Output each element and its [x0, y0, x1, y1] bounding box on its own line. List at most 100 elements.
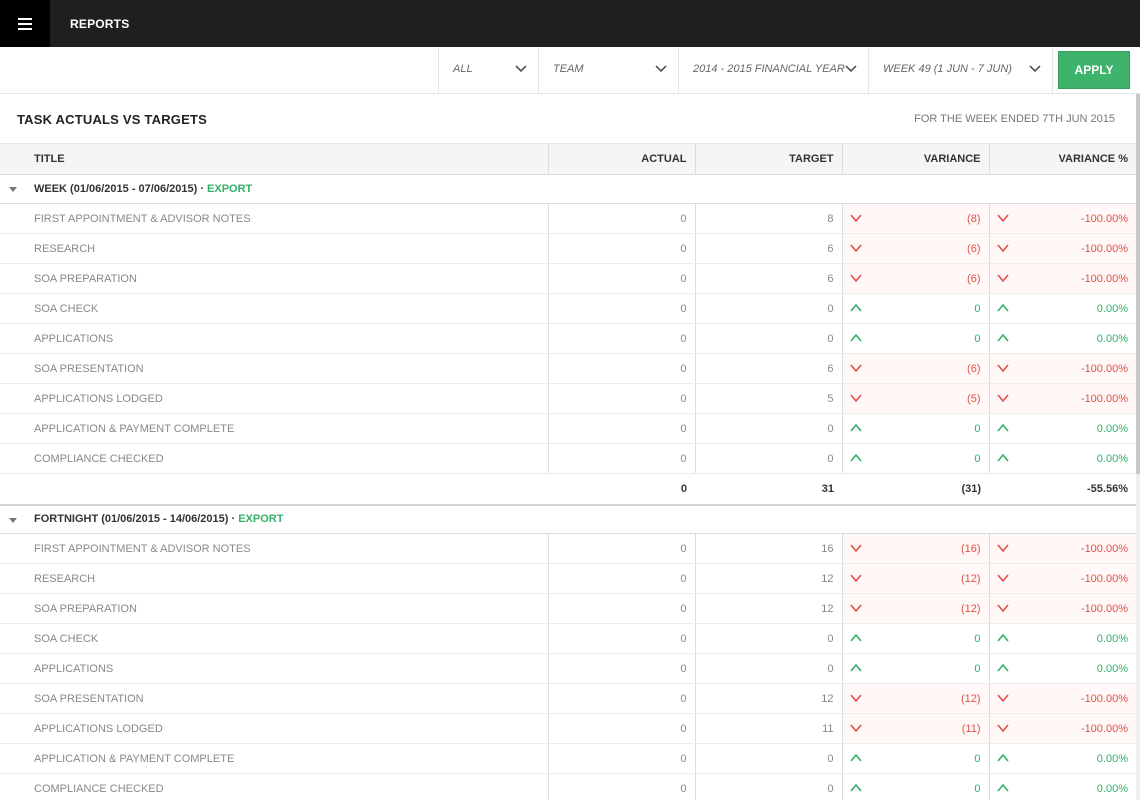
target-value: 6 [694, 233, 842, 264]
collapse-caret-icon[interactable] [9, 187, 17, 192]
target-value: 6 [694, 353, 842, 384]
variance-pct-cell: -100.00% [988, 233, 1136, 264]
column-header-actual[interactable]: ACTUAL [547, 143, 695, 175]
column-header-variance[interactable]: VARIANCE [841, 143, 989, 175]
table-row[interactable]: APPLICATIONS 0 0 0 0.00% [0, 323, 1136, 354]
app-title: REPORTS [70, 17, 130, 31]
variance-cell-value: 0 [974, 662, 981, 675]
column-header-variance-pct[interactable]: VARIANCE % [988, 143, 1136, 175]
task-title: APPLICATIONS LODGED [0, 383, 548, 414]
variance-pct-cell-value: -100.00% [1080, 212, 1128, 225]
apply-button[interactable]: APPLY [1058, 51, 1130, 89]
column-header-target[interactable]: TARGET [694, 143, 842, 175]
task-title: RESEARCH [0, 233, 548, 264]
table-row[interactable]: FIRST APPOINTMENT & ADVISOR NOTES 0 8 (8) -1… [0, 203, 1136, 234]
variance-pct-cell: -100.00% [988, 383, 1136, 414]
table-row[interactable]: SOA PRESENTATION 0 6 (6) -100.00% [0, 353, 1136, 384]
variance-cell-value: (5) [967, 392, 981, 405]
variance-pct-cell: 0.00% [988, 773, 1136, 800]
team-select[interactable]: TEAM [538, 47, 678, 93]
variance-cell: 0 [841, 293, 989, 324]
chevron-down-icon [845, 65, 857, 73]
table-row[interactable]: SOA PREPARATION 0 12 (12) -100.00% [0, 593, 1136, 624]
variance-pct-cell-value: 0.00% [1096, 662, 1128, 675]
task-title: APPLICATIONS [0, 653, 548, 684]
actual-value: 0 [547, 683, 695, 714]
arrow-down-icon [849, 724, 862, 733]
variance-cell: 0 [841, 743, 989, 774]
table-row[interactable]: APPLICATIONS 0 0 0 0.00% [0, 653, 1136, 684]
table-row[interactable]: SOA PRESENTATION 0 12 (12) -100.00% [0, 683, 1136, 714]
scrollbar-thumb[interactable] [1136, 94, 1140, 474]
table-row[interactable]: SOA CHECK 0 0 0 0.00% [0, 293, 1136, 324]
scope-select-value: ALL [453, 63, 473, 75]
target-value: 12 [694, 593, 842, 624]
financial-year-select-value: 2014 - 2015 FINANCIAL YEAR [693, 63, 845, 75]
variance-cell-value: (8) [967, 212, 981, 225]
table-row[interactable]: RESEARCH 0 12 (12) -100.00% [0, 563, 1136, 594]
arrow-up-icon [996, 423, 1009, 432]
task-title: FIRST APPOINTMENT & ADVISOR NOTES [0, 533, 548, 564]
target-value: 12 [694, 683, 842, 714]
arrow-down-icon [849, 694, 862, 703]
table-row[interactable]: RESEARCH 0 6 (6) -100.00% [0, 233, 1136, 264]
target-value: 0 [694, 293, 842, 324]
table-row[interactable]: APPLICATIONS LODGED 0 11 (11) -100.00% [0, 713, 1136, 744]
variance-cell: (8) [841, 203, 989, 234]
table-row[interactable]: SOA PREPARATION 0 6 (6) -100.00% [0, 263, 1136, 294]
arrow-down-icon [849, 544, 862, 553]
total-variance: (31) [842, 473, 989, 506]
variance-cell: (12) [841, 683, 989, 714]
table-row[interactable]: APPLICATIONS LODGED 0 5 (5) -100.00% [0, 383, 1136, 414]
actual-value: 0 [547, 563, 695, 594]
actual-value: 0 [547, 443, 695, 474]
arrow-down-icon [849, 394, 862, 403]
week-select[interactable]: WEEK 49 (1 JUN - 7 JUN) [868, 47, 1053, 93]
target-value: 12 [694, 563, 842, 594]
variance-cell: (5) [841, 383, 989, 414]
variance-cell-value: (6) [967, 362, 981, 375]
target-value: 8 [694, 203, 842, 234]
target-value: 0 [694, 653, 842, 684]
table-row[interactable]: APPLICATION & PAYMENT COMPLETE 0 0 0 0.00% [0, 413, 1136, 444]
actual-value: 0 [547, 353, 695, 384]
variance-pct-cell: -100.00% [988, 203, 1136, 234]
variance-pct-cell: -100.00% [988, 353, 1136, 384]
task-title: APPLICATIONS LODGED [0, 713, 548, 744]
arrow-up-icon [996, 783, 1009, 792]
variance-cell: 0 [841, 623, 989, 654]
group-header: WEEK (01/06/2015 - 07/06/2015) · EXPORT [0, 174, 1136, 204]
actual-value: 0 [547, 713, 695, 744]
variance-cell-value: (16) [960, 542, 981, 555]
export-link[interactable]: EXPORT [238, 513, 283, 525]
column-header-title[interactable]: TITLE [0, 143, 548, 175]
total-actual: 0 [548, 473, 695, 506]
arrow-up-icon [996, 753, 1009, 762]
collapse-caret-icon[interactable] [9, 517, 17, 523]
table-row[interactable]: APPLICATION & PAYMENT COMPLETE 0 0 0 0.00% [0, 743, 1136, 774]
chevron-down-icon [655, 65, 667, 73]
table-header-row: TITLE ACTUAL TARGET VARIANCE VARIANCE % [0, 143, 1136, 175]
variance-pct-cell-value: 0.00% [1096, 452, 1128, 465]
variance-pct-cell: 0.00% [988, 743, 1136, 774]
financial-year-select[interactable]: 2014 - 2015 FINANCIAL YEAR [678, 47, 868, 93]
variance-pct-cell-value: 0.00% [1096, 332, 1128, 345]
arrow-up-icon [996, 333, 1009, 342]
arrow-down-icon [849, 274, 862, 283]
arrow-up-icon [849, 753, 862, 762]
arrow-up-icon [849, 783, 862, 792]
actual-value: 0 [547, 413, 695, 444]
variance-pct-cell-value: 0.00% [1096, 752, 1128, 765]
actual-value: 0 [547, 773, 695, 800]
variance-cell: (6) [841, 263, 989, 294]
scope-select[interactable]: ALL [438, 47, 538, 93]
hamburger-menu-icon[interactable] [0, 0, 50, 47]
table-row[interactable]: FIRST APPOINTMENT & ADVISOR NOTES 0 16 (16)… [0, 533, 1136, 564]
table-row[interactable]: COMPLIANCE CHECKED 0 0 0 0.00% [0, 443, 1136, 474]
arrow-down-icon [996, 364, 1009, 373]
total-variance-pct: -55.56% [989, 473, 1136, 506]
table-row[interactable]: SOA CHECK 0 0 0 0.00% [0, 623, 1136, 654]
variance-cell: (12) [841, 593, 989, 624]
export-link[interactable]: EXPORT [207, 183, 252, 195]
table-row[interactable]: COMPLIANCE CHECKED 0 0 0 0.00% [0, 773, 1136, 800]
